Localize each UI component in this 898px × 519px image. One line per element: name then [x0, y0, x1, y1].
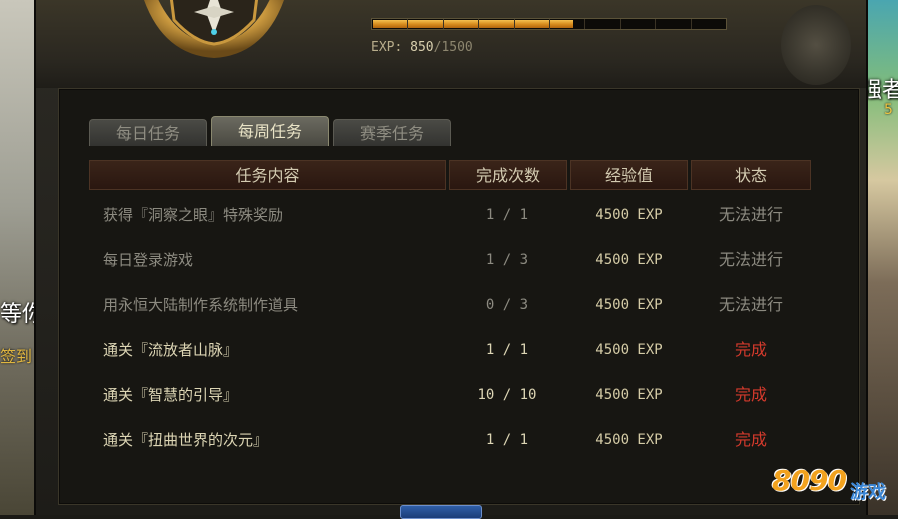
quest-name: 通关『智慧的引导』: [103, 386, 239, 404]
quest-table-header: 任务内容 完成次数 经验值 状态: [89, 160, 811, 190]
quest-status: 完成: [734, 385, 767, 404]
compass-ornament-icon: [781, 5, 851, 85]
quest-row: 用永恒大陆制作系统制作道具 0 / 3 4500 EXP 无法进行: [89, 283, 811, 327]
background-sub-text: 签到: [0, 347, 33, 366]
exp-segment-divider: [549, 19, 550, 29]
site-watermark: 8090 游戏: [772, 464, 892, 510]
exp-segment-divider: [478, 19, 480, 29]
exp-segment-divider: [407, 19, 409, 29]
bottom-button[interactable]: [400, 505, 482, 519]
quest-row: 每日登录游戏 1 / 3 4500 EXP 无法进行: [89, 238, 811, 282]
watermark-word: 游戏: [850, 482, 886, 503]
rank-emblem-icon: [144, 0, 284, 58]
header-status: 状态: [691, 160, 811, 190]
exp-label: EXP:: [371, 40, 403, 55]
exp-current: 850: [410, 40, 434, 55]
quest-exp: 4500 EXP: [595, 432, 663, 448]
exp-progress-fill: [373, 20, 573, 28]
quest-status: 无法进行: [718, 250, 783, 269]
quest-count: 1 / 1: [485, 342, 529, 358]
quest-count: 1 / 3: [485, 252, 529, 268]
header-completion-count: 完成次数: [449, 160, 567, 190]
quest-row: 获得『洞察之眼』特殊奖励 1 / 1 4500 EXP 无法进行: [89, 193, 811, 237]
quest-count: 1 / 1: [485, 432, 529, 448]
quest-name: 获得『洞察之眼』特殊奖励: [103, 206, 284, 224]
exp-progress-bar: [371, 18, 727, 30]
quest-row: 通关『流放者山脉』 1 / 1 4500 EXP 完成: [89, 328, 811, 372]
quest-exp: 4500 EXP: [595, 207, 663, 223]
quest-status: 无法进行: [718, 205, 783, 224]
exp-segment-divider: [690, 19, 692, 29]
quest-count: 10 / 10: [477, 387, 537, 403]
quest-row: 通关『扭曲世界的次元』 1 / 1 4500 EXP 完成: [89, 418, 811, 462]
quest-exp: 4500 EXP: [595, 297, 663, 313]
watermark-number: 8090: [772, 464, 847, 497]
quest-status: 无法进行: [718, 295, 783, 314]
tab-daily-quests[interactable]: 每日任务: [89, 119, 207, 146]
quest-exp: 4500 EXP: [595, 342, 663, 358]
quest-status: 完成: [734, 430, 767, 449]
tab-weekly-quests[interactable]: 每周任务: [211, 116, 329, 146]
background-right-number: 5: [884, 102, 893, 118]
exp-readout: EXP: 850/1500: [371, 40, 473, 55]
exp-segment-divider: [442, 19, 444, 29]
window-header: EXP: 850/1500: [36, 0, 866, 88]
quest-window: EXP: 850/1500 每日任务 每周任务 赛季任务 任务内容 完成次数 经…: [34, 0, 868, 515]
quest-status: 完成: [734, 340, 767, 359]
quest-exp: 4500 EXP: [595, 387, 663, 403]
tab-season-quests[interactable]: 赛季任务: [333, 119, 451, 146]
quest-row: 通关『智慧的引导』 10 / 10 4500 EXP 完成: [89, 373, 811, 417]
exp-max: /1500: [433, 40, 473, 55]
exp-segment-divider: [584, 19, 586, 29]
quest-name: 用永恒大陆制作系统制作道具: [103, 296, 299, 314]
quest-panel: 每日任务 每周任务 赛季任务 任务内容 完成次数 经验值 状态 获得『洞察之眼』…: [58, 88, 860, 505]
quest-count: 0 / 3: [485, 297, 529, 313]
quest-name: 通关『扭曲世界的次元』: [103, 431, 269, 449]
header-exp-value: 经验值: [570, 160, 688, 190]
quest-count: 1 / 1: [485, 207, 529, 223]
quest-name: 通关『流放者山脉』: [103, 341, 239, 359]
exp-segment-divider: [655, 19, 657, 29]
exp-segment-divider: [619, 19, 621, 29]
header-quest-content: 任务内容: [89, 160, 446, 190]
quest-exp: 4500 EXP: [595, 252, 663, 268]
quest-name: 每日登录游戏: [103, 251, 194, 269]
exp-segment-divider: [513, 19, 515, 29]
